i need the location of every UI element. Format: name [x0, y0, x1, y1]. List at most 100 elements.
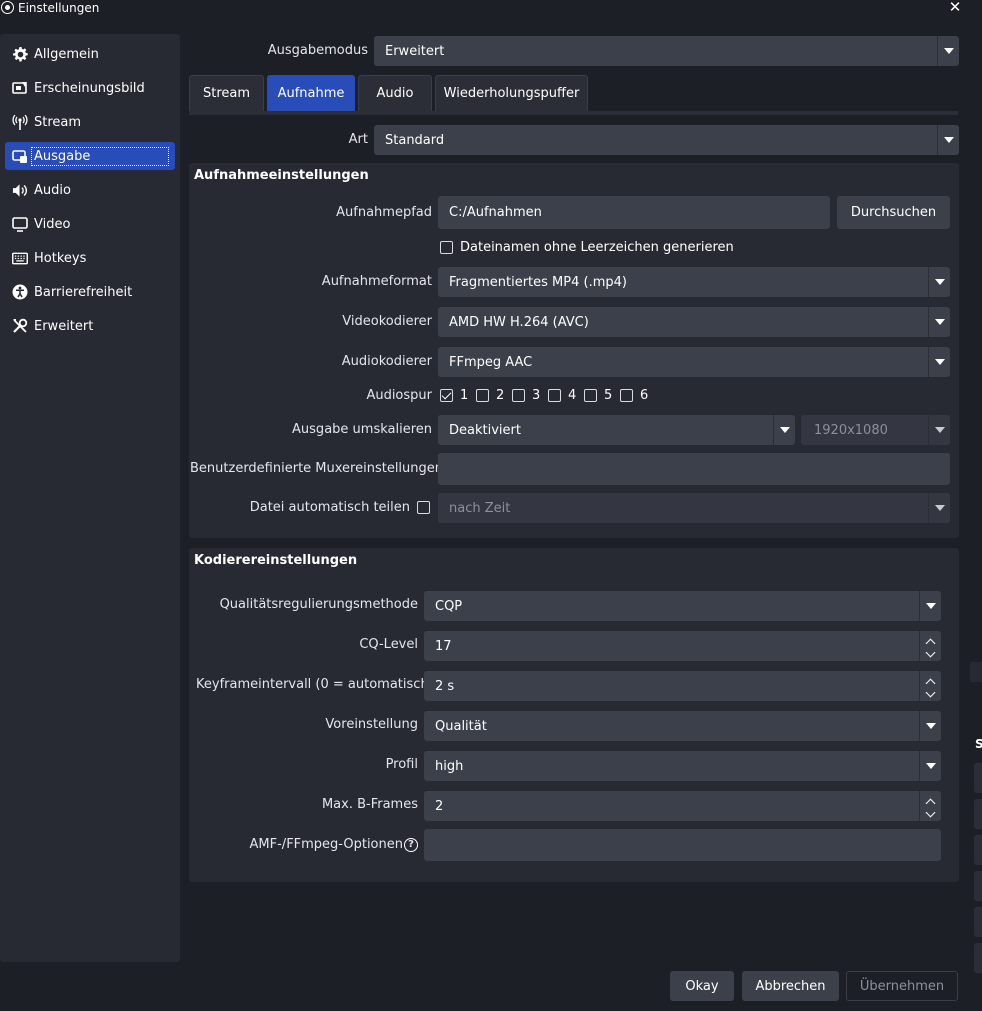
type-select[interactable]: Standard [374, 125, 959, 155]
preset-value: Qualität [435, 718, 487, 734]
ok-label: Okay [685, 978, 719, 994]
sidebar-item-erweitert[interactable]: Erweitert [5, 312, 175, 340]
chevron-down-icon[interactable] [925, 647, 936, 658]
speaker-icon [12, 182, 28, 198]
rescale-select[interactable]: Deaktiviert [438, 415, 795, 445]
cancel-button[interactable]: Abbrechen [742, 971, 839, 1001]
appearance-icon [12, 80, 28, 96]
max-bframes-spinbox[interactable]: 2 [424, 791, 941, 821]
sidebar-item-ausgabe[interactable]: Ausgabe [5, 142, 175, 170]
tab-aufnahme[interactable]: Aufnahme [267, 75, 355, 111]
audio-track-6-checkbox[interactable] [620, 389, 633, 402]
sidebar-item-label: Ausgabe [31, 146, 169, 166]
ok-button[interactable]: Okay [670, 971, 734, 1001]
background-window-label: S [975, 737, 982, 751]
auto-split-checkbox[interactable] [417, 501, 430, 514]
chevron-down-icon[interactable] [925, 807, 936, 818]
max-bframes-value: 2 [435, 798, 444, 814]
no-space-label: Dateinamen ohne Leerzeichen generieren [460, 240, 734, 255]
background-window-item [974, 907, 982, 937]
encoder-settings-title: Kodierereinstellungen [194, 553, 358, 568]
audio-track-1-checkbox[interactable] [440, 389, 453, 402]
sidebar-item-erscheinungsbild[interactable]: Erscheinungsbild [5, 74, 175, 102]
video-encoder-value: AMD HW H.264 (AVC) [449, 314, 589, 330]
recording-format-value: Fragmentiertes MP4 (.mp4) [449, 274, 627, 290]
tab-stream[interactable]: Stream [189, 75, 264, 111]
max-bframes-label: Max. B-Frames [321, 797, 418, 812]
tab-audio[interactable]: Audio [358, 75, 432, 111]
audio-track-6-label: 6 [640, 388, 649, 403]
video-encoder-select[interactable]: AMD HW H.264 (AVC) [438, 307, 950, 337]
chevron-down-icon [928, 267, 950, 297]
browse-button[interactable]: Durchsuchen [837, 196, 950, 229]
chevron-down-icon [937, 125, 959, 155]
output-mode-select[interactable]: Erweitert [374, 36, 959, 66]
window-title: Einstellungen [18, 1, 100, 15]
audio-encoder-select[interactable]: FFmpeg AAC [438, 347, 950, 377]
apply-button[interactable]: Übernehmen [846, 971, 958, 1001]
help-icon[interactable]: ? [404, 837, 418, 852]
chevron-down-icon[interactable] [925, 687, 936, 698]
sidebar-item-label: Barrierefreiheit [34, 284, 133, 300]
background-window-item [974, 799, 982, 829]
apply-label: Übernehmen [859, 978, 945, 994]
audio-track-2-label: 2 [496, 388, 505, 403]
tab-wiederholungspuffer[interactable]: Wiederholungspuffer [435, 75, 588, 111]
sidebar-item-label: Hotkeys [34, 250, 87, 266]
keyboard-icon [12, 250, 28, 266]
audio-track-2-checkbox[interactable] [476, 389, 489, 402]
tools-icon [12, 318, 28, 334]
profile-select[interactable]: high [424, 751, 941, 781]
recording-path-label: Aufnahmepfad [336, 205, 432, 220]
audio-track-1-label: 1 [460, 388, 469, 403]
background-window-item [974, 871, 982, 901]
sidebar-item-label: Video [34, 216, 71, 232]
chevron-down-icon [773, 415, 795, 445]
rescale-resolution-select[interactable]: 1920x1080 [801, 415, 950, 445]
preset-label: Voreinstellung [325, 717, 418, 732]
sidebar-item-hotkeys[interactable]: Hotkeys [5, 244, 175, 272]
muxer-settings-label: Benutzerdefinierte Muxereinstellungen [190, 461, 444, 476]
background-window-item [974, 943, 982, 973]
sidebar-item-video[interactable]: Video [5, 210, 175, 238]
chevron-down-icon [937, 36, 959, 66]
chevron-down-icon [919, 591, 941, 621]
spin-buttons[interactable] [919, 791, 941, 821]
close-icon[interactable]: ✕ [946, 0, 964, 16]
sidebar-item-barrierefreiheit[interactable]: Barrierefreiheit [5, 278, 175, 306]
spin-buttons[interactable] [919, 631, 941, 661]
audio-track-5-checkbox[interactable] [584, 389, 597, 402]
auto-split-select[interactable]: nach Zeit [438, 493, 950, 523]
recording-format-select[interactable]: Fragmentiertes MP4 (.mp4) [438, 267, 950, 297]
chevron-down-icon [928, 307, 950, 337]
sidebar-item-label: Erweitert [34, 318, 94, 334]
keyframe-interval-spinbox[interactable]: 2 s [424, 671, 941, 701]
chevron-down-icon [928, 347, 950, 377]
rate-control-select[interactable]: CQP [424, 591, 941, 621]
browse-label: Durchsuchen [850, 205, 937, 220]
rescale-label: Ausgabe umskalieren [292, 422, 432, 437]
muxer-settings-input[interactable] [438, 453, 950, 485]
output-mode-label: Ausgabemodus [267, 43, 368, 58]
no-space-checkbox[interactable] [440, 241, 453, 254]
preset-select[interactable]: Qualität [424, 711, 941, 741]
keyframe-interval-label: Keyframeintervall (0 = automatisch) [196, 677, 434, 692]
sidebar-item-audio[interactable]: Audio [5, 176, 175, 204]
audio-encoder-label: Audiokodierer [341, 354, 432, 369]
sidebar-item-label: Allgemein [34, 46, 99, 62]
spin-buttons[interactable] [919, 671, 941, 701]
rescale-resolution-value: 1920x1080 [814, 422, 888, 438]
audio-track-4-checkbox[interactable] [548, 389, 561, 402]
ffmpeg-options-input[interactable] [424, 829, 941, 861]
sidebar-item-stream[interactable]: Stream [5, 108, 175, 136]
ffmpeg-options-text: AMF-/FFmpeg-Optionen [249, 837, 403, 852]
type-value: Standard [385, 132, 445, 148]
cq-level-spinbox[interactable]: 17 [424, 631, 941, 661]
type-label: Art [348, 132, 368, 147]
sidebar-item-allgemein[interactable]: Allgemein [5, 40, 175, 68]
audio-track-3-checkbox[interactable] [512, 389, 525, 402]
tab-divider [189, 111, 958, 115]
recording-path-value: C:/Aufnahmen [449, 205, 542, 220]
tab-label: Stream [202, 86, 251, 101]
recording-path-input[interactable]: C:/Aufnahmen [438, 196, 830, 229]
